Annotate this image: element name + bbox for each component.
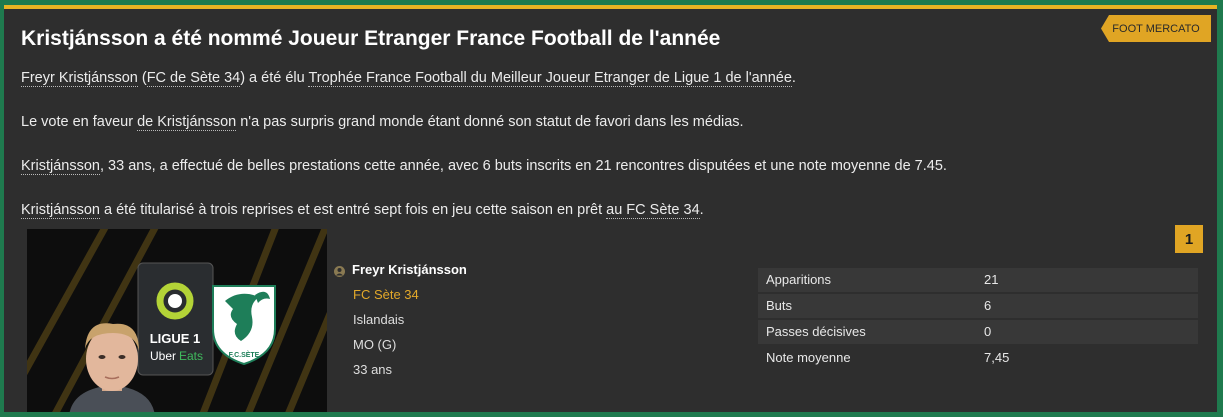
text-fragment: . xyxy=(791,70,796,86)
text-fragment: a été titularisé à trois reprises et est… xyxy=(99,202,607,218)
club-link[interactable]: au FC Sète 34 xyxy=(606,202,700,219)
club-crest-text: F.C.SÈTE xyxy=(229,350,260,359)
player-position: MO (G) xyxy=(353,337,397,352)
ligue1-logo: LIGUE 1 Uber Eats xyxy=(137,262,214,376)
text-fragment: ) a été élu xyxy=(240,70,309,86)
ligue1-logo-ball xyxy=(168,294,182,308)
ligue1-sponsor-eats: Eats xyxy=(179,349,203,363)
person-icon xyxy=(334,266,345,277)
club-link[interactable]: FC de Sète 34 xyxy=(146,70,241,87)
news-image: LIGUE 1 Uber Eats F.C.SÈTE xyxy=(27,229,327,412)
news-image-graphic: LIGUE 1 Uber Eats F.C.SÈTE xyxy=(27,229,327,412)
news-card: FOOT MERCATO Kristjánsson a été nommé Jo… xyxy=(4,5,1217,412)
stat-label: Apparitions xyxy=(766,272,832,287)
text-fragment: Le vote en faveur xyxy=(21,114,138,130)
stat-row-assists: Passes décisives 0 xyxy=(758,320,1198,344)
award-link[interactable]: Trophée France Football du Meilleur Joue… xyxy=(308,70,792,87)
paragraph-4: Kristjánsson a été titularisé à trois re… xyxy=(21,202,704,219)
text-fragment: ( xyxy=(137,70,147,86)
paragraph-3: Kristjánsson, 33 ans, a effectué de bell… xyxy=(21,158,947,175)
stat-label: Note moyenne xyxy=(766,350,851,365)
stat-row-appearances: Apparitions 21 xyxy=(758,268,1198,292)
stats-table: Apparitions 21 Buts 6 Passes décisives 0… xyxy=(758,268,1198,372)
club-crest: F.C.SÈTE xyxy=(212,285,276,366)
stat-value: 6 xyxy=(984,298,992,313)
stat-value: 21 xyxy=(984,272,999,287)
player-age: 33 ans xyxy=(353,362,393,377)
stat-label: Buts xyxy=(766,298,793,313)
player-portrait-eye-right xyxy=(118,355,126,359)
headline: Kristjánsson a été nommé Joueur Etranger… xyxy=(21,27,721,50)
stat-value: 0 xyxy=(984,324,992,339)
source-tag: FOOT MERCATO xyxy=(1101,15,1211,42)
stat-row-average-rating: Note moyenne 7,45 xyxy=(758,346,1198,370)
stat-value: 7,45 xyxy=(984,350,1010,365)
text-fragment: . xyxy=(699,202,704,218)
ligue1-logo-text: LIGUE 1 xyxy=(150,331,201,346)
paragraph-2: Le vote en faveur de Kristjánsson n'a pa… xyxy=(21,114,744,131)
player-nationality: Islandais xyxy=(353,312,405,327)
paragraph-1: Freyr Kristjánsson (FC de Sète 34) a été… xyxy=(21,70,796,87)
stat-row-goals: Buts 6 xyxy=(758,294,1198,318)
player-club[interactable]: FC Sète 34 xyxy=(353,287,419,302)
player-link[interactable]: de Kristjánsson xyxy=(137,114,237,131)
text-fragment: , 33 ans, a effectué de belles prestatio… xyxy=(99,158,947,174)
player-link[interactable]: Kristjánsson xyxy=(21,158,100,175)
ligue1-sponsor-uber: Uber xyxy=(150,349,176,363)
stat-label: Passes décisives xyxy=(766,324,866,339)
player-link[interactable]: Kristjánsson xyxy=(21,202,100,219)
player-link[interactable]: Freyr Kristjánsson xyxy=(21,70,138,87)
text-fragment: n'a pas surpris grand monde étant donné … xyxy=(236,114,744,130)
rank-badge: 1 xyxy=(1175,225,1203,253)
player-name[interactable]: Freyr Kristjánsson xyxy=(352,262,467,277)
player-portrait-eye-left xyxy=(98,355,106,359)
